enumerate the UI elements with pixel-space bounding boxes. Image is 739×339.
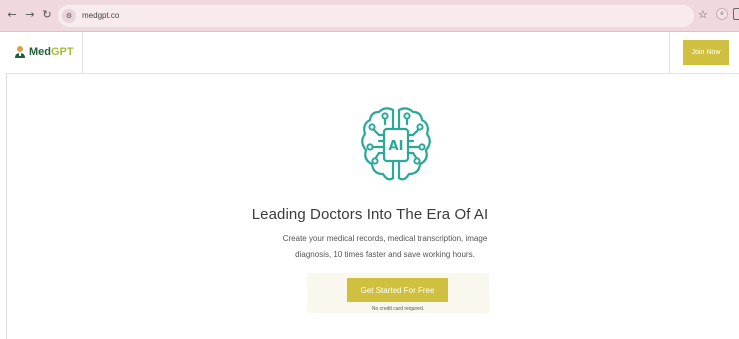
address-bar[interactable]: ⚙ medgpt.co bbox=[58, 5, 694, 27]
reload-icon[interactable]: ↻ bbox=[41, 9, 53, 21]
brand-logo[interactable]: Med GPT bbox=[14, 44, 74, 60]
cta-note: No credit card required. bbox=[371, 306, 425, 312]
svg-text:AI: AI bbox=[389, 139, 404, 154]
hero-subtitle-line: diagnosis, 10 times faster and save work… bbox=[295, 250, 475, 259]
brain-ai-chip-icon: AI bbox=[361, 107, 431, 181]
site-info-icon[interactable]: ⚙ bbox=[62, 9, 76, 23]
forward-icon[interactable]: → bbox=[24, 9, 36, 21]
browser-toolbar: ← → ↻ ⚙ medgpt.co ☆ e bbox=[0, 0, 739, 32]
back-icon[interactable]: ← bbox=[6, 9, 18, 21]
hero-subtitle-line: Create your medical records, medical tra… bbox=[282, 234, 488, 243]
join-now-button[interactable]: Join Now bbox=[683, 40, 729, 65]
star-icon[interactable]: ☆ bbox=[698, 8, 708, 21]
navbar-divider bbox=[669, 32, 670, 74]
site-navbar: Med GPT Join Now bbox=[6, 32, 739, 74]
url-text[interactable]: medgpt.co bbox=[82, 11, 119, 20]
navbar-divider bbox=[82, 32, 83, 74]
hero-subtitle: Create your medical records, medical tra… bbox=[240, 231, 530, 263]
brand-med-text: Med bbox=[29, 46, 51, 58]
brand-gpt-text: GPT bbox=[51, 46, 74, 58]
hero-title: Leading Doctors Into The Era Of AI bbox=[251, 206, 489, 223]
extension-icon[interactable]: e bbox=[716, 8, 728, 20]
sidebar-icon[interactable] bbox=[733, 8, 739, 20]
get-started-button[interactable]: Get Started For Free bbox=[347, 278, 448, 302]
doctor-icon bbox=[15, 46, 25, 58]
